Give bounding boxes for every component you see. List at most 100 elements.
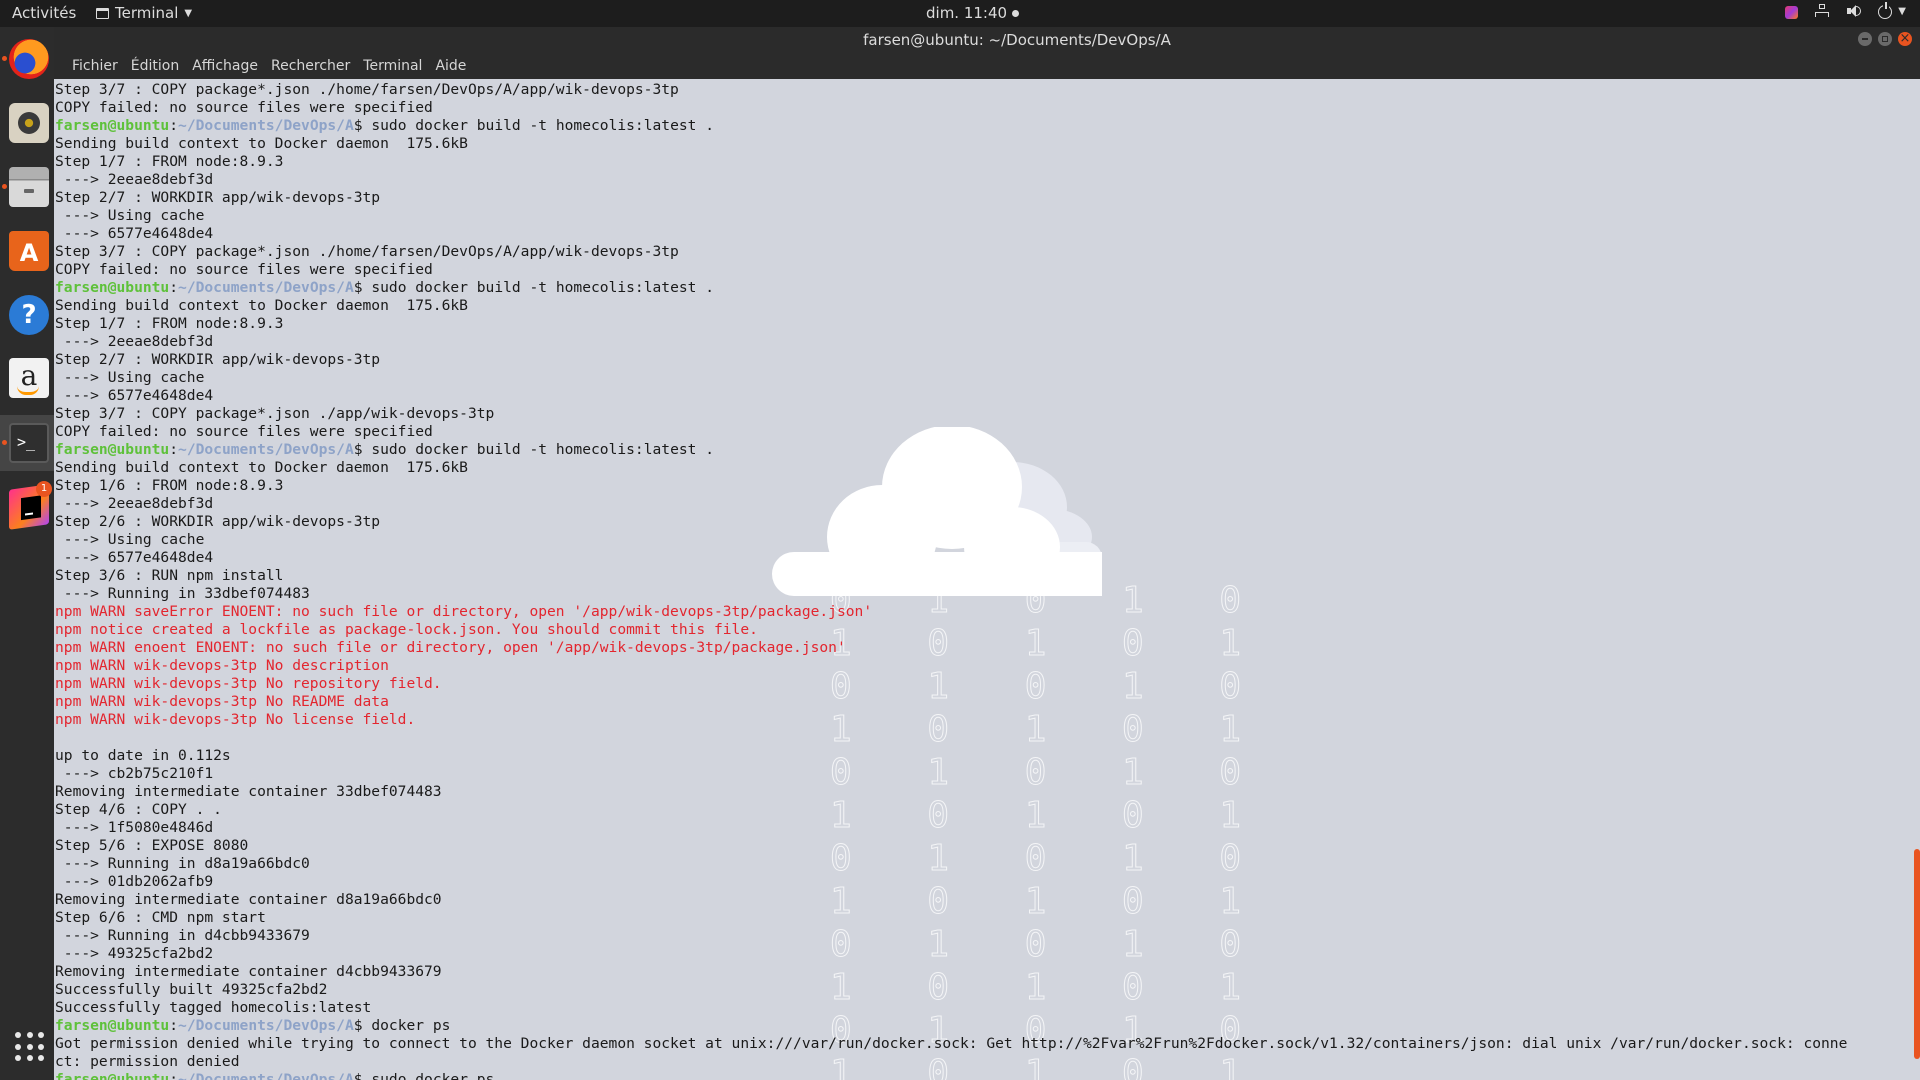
- terminal-output-line: Step 3/7 : COPY package*.json ./home/far…: [55, 243, 679, 260]
- software-center-icon: A: [9, 231, 49, 271]
- scrollbar[interactable]: [1914, 849, 1920, 1059]
- prompt-command: $ sudo docker build -t homecolis:latest …: [353, 441, 714, 458]
- terminal-output-line: Got permission denied while trying to co…: [55, 1035, 1848, 1052]
- terminal-warning-line: npm WARN wik-devops-3tp No repository fi…: [55, 675, 442, 692]
- running-indicator: [2, 440, 7, 445]
- prompt-path: ~/Documents/DevOps/A: [178, 1017, 354, 1034]
- terminal-output-line: Step 3/7 : COPY package*.json ./home/far…: [55, 81, 679, 98]
- menu-aide[interactable]: Aide: [435, 58, 466, 74]
- terminal-output-line: Step 2/6 : WORKDIR app/wik-devops-3tp: [55, 513, 381, 530]
- jetbrains-tray-icon[interactable]: [1785, 5, 1799, 19]
- prompt-command: $ sudo docker ps: [353, 1071, 495, 1080]
- prompt-user: farsen@ubuntu: [55, 1017, 170, 1034]
- terminal-output-line: Sending build context to Docker daemon 1…: [55, 297, 468, 314]
- network-icon[interactable]: [1814, 3, 1830, 19]
- terminal-prompt-line: farsen@ubuntu:~/Documents/DevOps/A$ sudo…: [55, 1071, 1847, 1080]
- terminal-output-line: COPY failed: no source files were specif…: [55, 423, 433, 440]
- menu-rechercher[interactable]: Rechercher: [271, 58, 350, 74]
- dock-item-amazon[interactable]: a: [0, 350, 54, 406]
- terminal-warning-line: npm WARN enoent ENOENT: no such file or …: [55, 639, 846, 656]
- firefox-icon: [9, 39, 49, 79]
- prompt-command: $ sudo docker build -t homecolis:latest …: [353, 279, 714, 296]
- terminal-warning-line: npm WARN wik-devops-3tp No README data: [55, 693, 389, 710]
- dock-item-rhythmbox[interactable]: [0, 95, 54, 151]
- terminal-output-line: Step 1/7 : FROM node:8.9.3: [55, 153, 284, 170]
- close-icon[interactable]: [1898, 26, 1912, 52]
- menu-terminal[interactable]: Terminal: [363, 58, 422, 74]
- amazon-icon: a: [9, 358, 49, 398]
- clock-label: dim. 11:40: [926, 4, 1008, 22]
- menu-bar: Fichier Édition Affichage Rechercher Ter…: [54, 53, 1920, 79]
- terminal-warning-line: npm WARN wik-devops-3tp No description: [55, 657, 389, 674]
- activities-button[interactable]: Activités: [12, 4, 76, 22]
- terminal-output-line: ---> 49325cfa2bd2: [55, 945, 214, 962]
- terminal-output-line: ---> cb2b75c210f1: [55, 765, 214, 782]
- dock-item-firefox[interactable]: [0, 31, 54, 87]
- terminal-output-line: ---> 2eeae8debf3d: [55, 495, 214, 512]
- minimize-icon[interactable]: [1858, 32, 1872, 46]
- clock[interactable]: dim. 11:40: [926, 4, 1020, 22]
- terminal-output-line: Step 1/7 : FROM node:8.9.3: [55, 315, 284, 332]
- terminal-output-line: ---> Running in d4cbb9433679: [55, 927, 310, 944]
- power-icon[interactable]: [1878, 1, 1893, 19]
- chevron-down-icon: ▼: [184, 7, 193, 19]
- window-controls: [1858, 26, 1912, 52]
- terminal-output-line: Step 1/6 : FROM node:8.9.3: [55, 477, 284, 494]
- terminal-output-line: ---> Using cache: [55, 207, 205, 224]
- show-applications-icon[interactable]: [15, 1032, 45, 1062]
- terminal-output-line: Step 5/6 : EXPOSE 8080: [55, 837, 249, 854]
- dock-item-jetbrains[interactable]: 1: [0, 479, 54, 535]
- terminal-prompt-line: farsen@ubuntu:~/Documents/DevOps/A$ sudo…: [55, 117, 714, 134]
- dock-item-software[interactable]: A: [0, 223, 54, 279]
- dock-item-help[interactable]: ?: [0, 287, 54, 343]
- terminal-output-line: ---> Using cache: [55, 531, 205, 548]
- app-menu[interactable]: Terminal ▼: [96, 4, 192, 22]
- system-menu-chevron-icon[interactable]: ▼: [1898, 6, 1906, 17]
- files-icon: [9, 167, 49, 207]
- dock: A ? a >_ 1: [0, 27, 54, 1080]
- menu-affichage[interactable]: Affichage: [192, 58, 258, 74]
- terminal-warning-line: npm notice created a lockfile as package…: [55, 621, 758, 638]
- prompt-user: farsen@ubuntu: [55, 279, 170, 296]
- terminal-output-area[interactable]: 0 1 0 1 0 1 0 1 0 1 0 1 0 1 0 1 0 1 0 1 …: [54, 79, 1920, 1080]
- help-icon: ?: [9, 295, 49, 335]
- prompt-user: farsen@ubuntu: [55, 1071, 170, 1080]
- terminal-text: Step 3/7 : COPY package*.json ./home/far…: [55, 81, 1847, 1080]
- system-tray: ▼: [1785, 1, 1906, 19]
- terminal-output-line: up to date in 0.112s: [55, 747, 231, 764]
- terminal-output-line: ---> 6577e4648de4: [55, 549, 214, 566]
- terminal-output-line: Step 3/6 : RUN npm install: [55, 567, 284, 584]
- prompt-command: $ docker ps: [353, 1017, 451, 1034]
- terminal-output-line: ---> 6577e4648de4: [55, 225, 214, 242]
- terminal-output-line: COPY failed: no source files were specif…: [55, 261, 433, 278]
- prompt-user: farsen@ubuntu: [55, 117, 170, 134]
- terminal-output-line: Sending build context to Docker daemon 1…: [55, 459, 468, 476]
- menu-fichier[interactable]: Fichier: [72, 58, 118, 74]
- terminal-output-line: Step 2/7 : WORKDIR app/wik-devops-3tp: [55, 189, 381, 206]
- terminal-output-line: Removing intermediate container 33dbef07…: [55, 783, 442, 800]
- terminal-output-line: ---> Using cache: [55, 369, 205, 386]
- menu-edition[interactable]: Édition: [131, 58, 179, 74]
- terminal-output-line: Removing intermediate container d4cbb943…: [55, 963, 442, 980]
- terminal-warning-line: npm WARN saveError ENOENT: no such file …: [55, 603, 873, 620]
- terminal-output-line: Successfully built 49325cfa2bd2: [55, 981, 328, 998]
- terminal-output-line: Successfully tagged homecolis:latest: [55, 999, 372, 1016]
- prompt-path: ~/Documents/DevOps/A: [178, 1071, 354, 1080]
- prompt-user: farsen@ubuntu: [55, 441, 170, 458]
- terminal-output-line: ---> Running in d8a19a66bdc0: [55, 855, 310, 872]
- window-titlebar[interactable]: farsen@ubuntu: ~/Documents/DevOps/A: [54, 26, 1920, 53]
- window-title: farsen@ubuntu: ~/Documents/DevOps/A: [863, 31, 1171, 49]
- prompt-command: $ sudo docker build -t homecolis:latest …: [353, 117, 714, 134]
- terminal-output-line: ct: permission denied: [55, 1053, 240, 1070]
- terminal-output-line: ---> 2eeae8debf3d: [55, 333, 214, 350]
- terminal-prompt-line: farsen@ubuntu:~/Documents/DevOps/A$ sudo…: [55, 441, 714, 458]
- dock-item-terminal[interactable]: >_: [0, 415, 54, 471]
- terminal-output-line: Step 6/6 : CMD npm start: [55, 909, 266, 926]
- volume-icon[interactable]: [1846, 3, 1862, 19]
- dock-item-files[interactable]: [0, 159, 54, 215]
- terminal-prompt-line: farsen@ubuntu:~/Documents/DevOps/A$ dock…: [55, 1017, 451, 1034]
- maximize-icon[interactable]: [1878, 32, 1892, 46]
- terminal-output-line: ---> 1f5080e4846d: [55, 819, 214, 836]
- terminal-output-line: Removing intermediate container d8a19a66…: [55, 891, 442, 908]
